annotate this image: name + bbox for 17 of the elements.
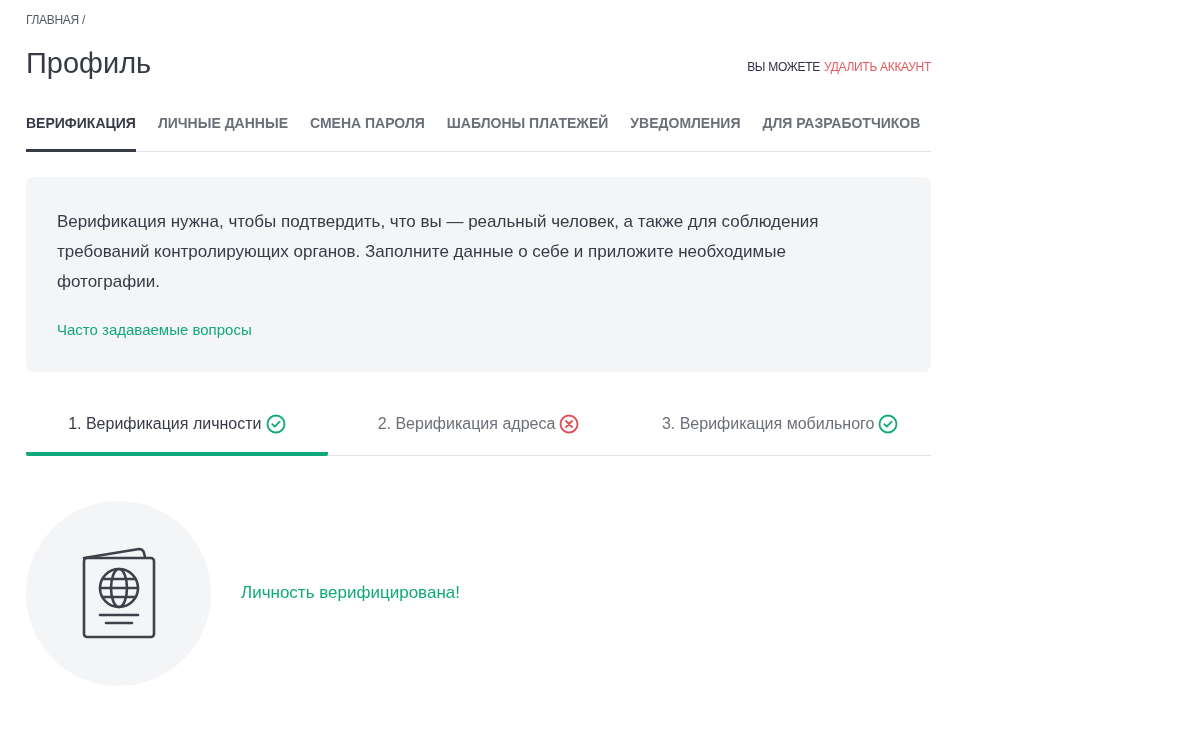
account-note: ВЫ МОЖЕТЕ [747, 59, 820, 76]
delete-account-link[interactable]: УДАЛИТЬ АККАУНТ [823, 58, 931, 76]
faq-link[interactable]: Часто задаваемые вопросы [57, 319, 252, 342]
passport-icon [80, 546, 157, 640]
profile-tab[interactable]: ШАБЛОНЫ ПЛАТЕЖЕЙ [446, 113, 609, 152]
step-tab[interactable]: 3. Верификация мобильного [629, 411, 931, 456]
breadcrumb[interactable]: ГЛАВНАЯ / [26, 11, 931, 29]
profile-tab[interactable]: ВЕРИФИКАЦИЯ [26, 113, 136, 152]
profile-tab[interactable]: СМЕНА ПАРОЛЯ [310, 113, 425, 152]
profile-tab[interactable]: ДЛЯ РАЗРАБОТЧИКОВ [762, 113, 921, 152]
profile-tab[interactable]: ЛИЧНЫЕ ДАННЫЕ [157, 113, 288, 152]
info-text: Верификация нужна, чтобы подтвердить, что вы — реальный человек, а также для соблюдения требований контролирующих органов. Заполните данные о себе и приложите необходимые фотографии. [57, 211, 820, 293]
verified-message: Личность верифицирована! [241, 582, 460, 605]
step-tab[interactable]: 1. Верификация личности [26, 411, 328, 456]
step-tab[interactable]: 2. Верификация адреса [327, 411, 630, 456]
profile-tab[interactable]: УВЕДОМЛЕНИЯ [630, 113, 741, 152]
page-title: Профиль [26, 46, 152, 81]
